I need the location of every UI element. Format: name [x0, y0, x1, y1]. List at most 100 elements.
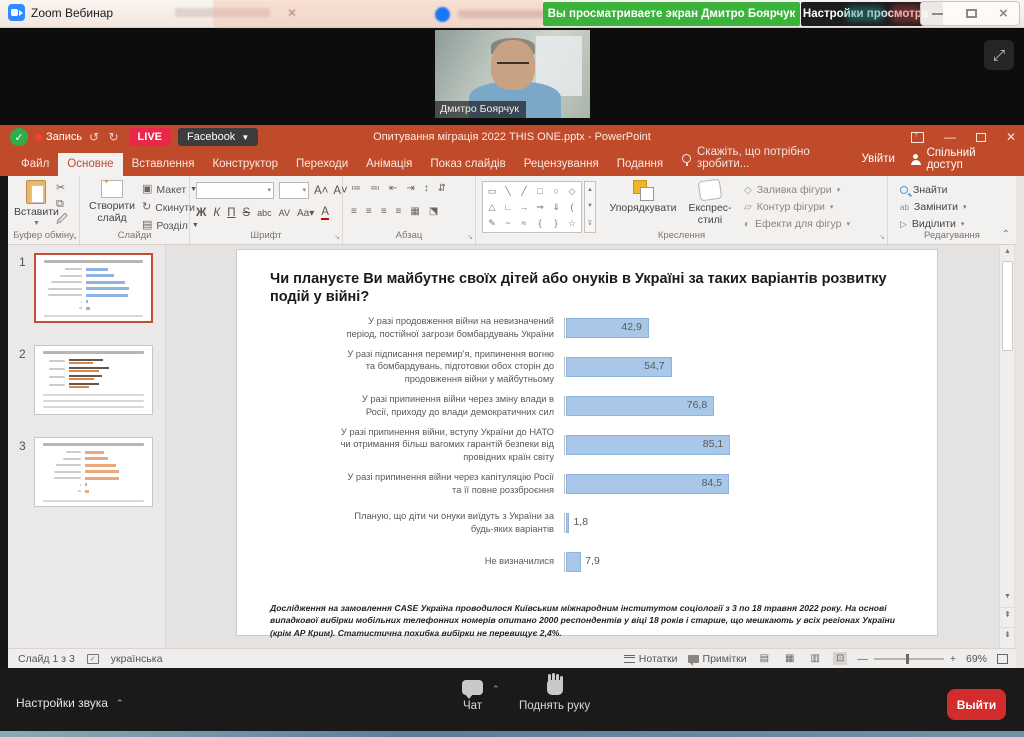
tab-Подання[interactable]: Подання — [608, 153, 672, 176]
minimize-icon[interactable] — [932, 13, 943, 15]
dialog-launcher-icon[interactable]: ↘ — [879, 233, 885, 241]
replace-button[interactable]: abЗамінити▾ — [900, 201, 967, 213]
character-spacing-button[interactable]: AV — [279, 208, 290, 218]
zoom-in-icon[interactable]: + — [950, 653, 956, 665]
font-name-combobox[interactable] — [196, 182, 274, 199]
grow-font-button[interactable]: А˄ — [314, 185, 328, 197]
text-shadow-button[interactable]: abc — [257, 208, 272, 218]
next-slide-button[interactable]: ⇟ — [1000, 627, 1015, 643]
tab-Рецензування[interactable]: Рецензування — [515, 153, 608, 176]
format-painter-icon[interactable]: 🖉 — [56, 214, 68, 227]
columns-icon[interactable]: ▦ — [410, 206, 420, 217]
shape-glyph[interactable]: ∟ — [504, 202, 513, 212]
shape-fill-button[interactable]: ◇Заливка фігури▾ — [744, 184, 850, 196]
shape-glyph[interactable]: ( — [571, 202, 574, 212]
dialog-launcher-icon[interactable]: ↘ — [334, 233, 340, 241]
spellcheck-icon[interactable]: ✓ — [87, 654, 99, 664]
slide-canvas[interactable]: Чи плануєте Ви майбутнє своїх дітей або … — [237, 250, 937, 635]
tab-Конструктор[interactable]: Конструктор — [203, 153, 287, 176]
participant-video[interactable]: Дмитро Боярчук — [435, 30, 590, 118]
zoom-thumb[interactable] — [906, 654, 909, 664]
tab-Файл[interactable]: Файл — [12, 153, 58, 176]
underline-button[interactable]: П — [227, 207, 235, 219]
shape-glyph[interactable]: ≈ — [522, 218, 527, 228]
chart-bar[interactable] — [566, 552, 581, 572]
bold-button[interactable]: Ж — [196, 207, 206, 219]
change-case-button[interactable]: Aa▾ — [297, 208, 314, 219]
text-direction-icon[interactable]: ⇵ — [438, 183, 447, 194]
decrease-indent-icon[interactable]: ⇤ — [389, 183, 398, 194]
arrange-button[interactable]: Упорядкувати — [606, 180, 680, 214]
shape-glyph[interactable]: ╲ — [505, 186, 510, 197]
ribbon-display-options-icon[interactable] — [911, 132, 924, 143]
dialog-launcher-icon[interactable]: ↘ — [71, 233, 77, 241]
tab-Переходи[interactable]: Переходи — [287, 153, 357, 176]
tab-Вставлення[interactable]: Вставлення — [123, 153, 204, 176]
align-right-icon[interactable]: ≡ — [381, 206, 388, 217]
zoom-level[interactable]: 69% — [966, 653, 987, 665]
audio-settings-button[interactable]: Настройки звука ⌃ — [16, 696, 124, 710]
comments-button[interactable]: Примітки — [688, 653, 747, 665]
share-button[interactable]: Спільний доступ — [911, 147, 1012, 171]
tab-Основне[interactable]: Основне — [58, 153, 122, 176]
notes-button[interactable]: Нотатки — [624, 653, 678, 665]
quick-styles-button[interactable]: Експрес-стилі — [684, 180, 736, 226]
copy-icon[interactable]: ⧉ — [56, 198, 68, 211]
slide-sorter-view-icon[interactable]: ▦ — [782, 652, 797, 665]
shape-glyph[interactable]: ○ — [553, 186, 558, 196]
language-indicator[interactable]: українська — [111, 653, 163, 665]
fit-slide-icon[interactable] — [997, 654, 1008, 664]
shape-glyph[interactable]: ╱ — [521, 186, 526, 197]
chevron-up-icon[interactable]: ⌃ — [492, 684, 500, 695]
vertical-scrollbar[interactable]: ▲ ▼ ⇞ ⇟ — [999, 245, 1014, 648]
shape-effects-button[interactable]: ◐Ефекти для фігур▾ — [744, 218, 850, 230]
shape-glyph[interactable]: △ — [489, 202, 496, 213]
justify-icon[interactable]: ≡ — [396, 206, 403, 217]
shape-glyph[interactable]: ☆ — [568, 218, 576, 229]
tell-me-box[interactable]: Скажіть, що потрібно зробити... — [682, 146, 861, 176]
normal-view-icon[interactable]: ▤ — [757, 652, 772, 665]
bullets-icon[interactable]: ≔ — [351, 183, 362, 194]
close-icon[interactable]: × — [999, 6, 1008, 21]
shape-glyph[interactable]: { — [538, 218, 541, 228]
numbering-icon[interactable]: ≕ — [370, 183, 381, 194]
zoom-out-icon[interactable]: — — [857, 653, 868, 665]
slide-thumbnail-2[interactable]: 2 — [34, 345, 155, 415]
select-button[interactable]: ▷Виділити▾ — [900, 218, 967, 230]
raise-hand-button[interactable]: Поднять руку — [519, 680, 590, 712]
shape-glyph[interactable]: ▭ — [488, 186, 497, 197]
zoom-track[interactable] — [874, 658, 944, 660]
slideshow-view-icon[interactable]: ⊡ — [833, 652, 847, 665]
zoom-slider[interactable]: — + — [857, 653, 956, 665]
tab-Анімація[interactable]: Анімація — [357, 153, 421, 176]
collapse-ribbon-icon[interactable]: ⌃ — [1002, 229, 1010, 240]
italic-button[interactable]: К — [213, 207, 220, 219]
previous-slide-button[interactable]: ⇞ — [1000, 607, 1015, 623]
increase-indent-icon[interactable]: ⇥ — [406, 183, 415, 194]
sign-in-button[interactable]: Увійти — [861, 153, 894, 165]
expand-video-button[interactable]: ⤢ — [984, 40, 1014, 70]
dialog-launcher-icon[interactable]: ↘ — [467, 233, 473, 241]
shape-glyph[interactable]: ⇒ — [536, 202, 544, 213]
font-size-combobox[interactable] — [279, 182, 309, 199]
align-center-icon[interactable]: ≡ — [366, 206, 373, 217]
slide-thumbnail-1[interactable]: 1 — [34, 253, 155, 323]
chat-button[interactable]: ⌃ Чат — [462, 680, 483, 712]
shape-glyph[interactable]: ◇ — [569, 186, 576, 197]
shape-glyph[interactable]: → — [520, 202, 529, 212]
leave-button[interactable]: Выйти — [947, 689, 1006, 720]
shape-glyph[interactable]: } — [554, 218, 557, 228]
find-button[interactable]: Знайти — [900, 184, 967, 196]
font-color-button[interactable]: A — [321, 206, 329, 220]
scroll-down-icon[interactable]: ▼ — [1000, 590, 1015, 604]
paste-button[interactable]: Вставити ▼ — [14, 180, 59, 228]
shapes-gallery-scroll[interactable]: ▲▼⊽ — [584, 181, 596, 233]
ppt-close-icon[interactable]: ✕ — [1006, 130, 1016, 144]
cut-icon[interactable]: ✂ — [56, 182, 68, 195]
smartart-convert-icon[interactable]: ⬔ — [429, 206, 439, 217]
scrollbar-thumb[interactable] — [1002, 261, 1013, 351]
scroll-up-icon[interactable]: ▲ — [1000, 245, 1015, 259]
shape-glyph[interactable]: ⇓ — [552, 202, 560, 213]
shapes-gallery[interactable]: ▭╲╱□○◇△∟→⇒⇓(✎~≈{}☆ — [482, 181, 582, 233]
line-spacing-icon[interactable]: ↕ — [424, 183, 430, 194]
